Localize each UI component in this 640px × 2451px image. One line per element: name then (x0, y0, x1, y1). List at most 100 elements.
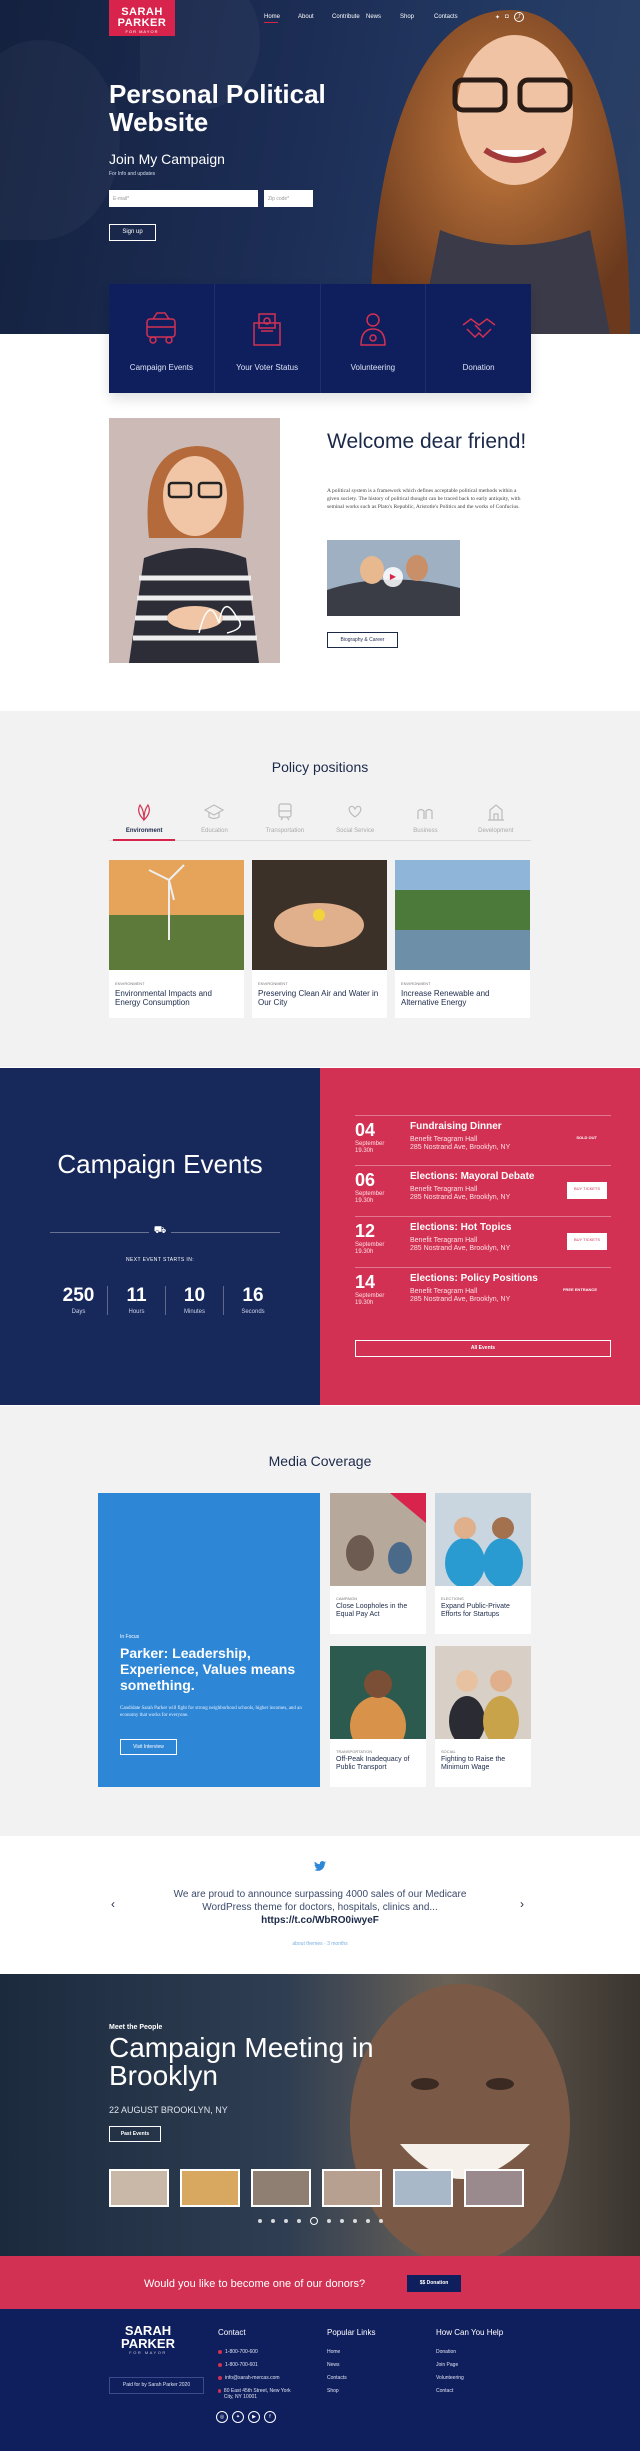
gallery-thumbnail[interactable] (180, 2169, 240, 2207)
service-donation[interactable]: Donation (426, 284, 531, 393)
tab-education[interactable]: Education (179, 800, 249, 840)
slider-dot[interactable] (283, 2219, 288, 2223)
slider-dot[interactable] (296, 2219, 301, 2223)
paid-for-note: Paid for by Sarah Parker 2020 (109, 2377, 204, 2394)
ballot-box-icon (215, 309, 320, 349)
visit-interview-button[interactable]: Visit Interview (120, 1739, 177, 1755)
event-item[interactable]: 14 September 19.30h Elections: Policy Pos… (355, 1267, 611, 1313)
slider-dot[interactable] (352, 2219, 357, 2223)
event-item[interactable]: 12 September 19.30h Elections: Hot Topics… (355, 1216, 611, 1262)
video-thumbnail[interactable]: ▶ (327, 540, 460, 616)
slider-dot[interactable] (257, 2219, 262, 2223)
tab-social-service[interactable]: Social Service (320, 800, 390, 840)
footer-link[interactable]: Contact (436, 2388, 503, 2401)
nav-item-contribute[interactable]: Contribute (332, 14, 366, 20)
media-card[interactable]: CAMPAIGN Close Loopholes in the Equal Pa… (330, 1493, 426, 1634)
heart-hands-icon (348, 805, 362, 818)
youtube-icon[interactable]: ▶ (248, 2411, 260, 2423)
bus-icon: ⛟ (149, 1225, 171, 1241)
twitter-icon[interactable]: ✦ (232, 2411, 244, 2423)
facebook-icon[interactable]: f (264, 2411, 276, 2423)
footer-link[interactable]: Volunteering (436, 2375, 503, 2388)
header-social: ✦ ◘ ⤴ (495, 12, 524, 22)
email-field[interactable]: E-mail* (109, 190, 258, 207)
past-events-button[interactable]: Past Events (109, 2126, 161, 2142)
event-item[interactable]: 06 September 19.30h Elections: Mayoral De… (355, 1165, 611, 1211)
slider-dot[interactable] (339, 2219, 344, 2223)
nav-item-news[interactable]: News (366, 14, 400, 20)
policy-card[interactable]: ENVIRONMENT Environmental Impacts and En… (109, 860, 244, 1018)
donation-button[interactable]: $$ Donation (407, 2275, 461, 2292)
footer-link[interactable]: Donation (436, 2349, 503, 2362)
nav-item-contacts[interactable]: Contacts (434, 14, 468, 20)
gallery-thumbnail[interactable] (393, 2169, 453, 2207)
footer: SARAH PARKER FOR MAYOR Paid for by Sarah P… (0, 2309, 640, 2451)
chevron-right-icon[interactable]: › (520, 1897, 524, 1911)
footer-link[interactable]: Home (327, 2349, 375, 2362)
nav-item-shop[interactable]: Shop (400, 14, 434, 20)
media-title: Media Coverage (268, 1453, 372, 1469)
footer-logo[interactable]: SARAH PARKER FOR MAYOR (113, 2324, 183, 2356)
policy-tabs: Environment Education Transportation Soc… (109, 800, 531, 841)
footer-contact: Contact 1-800-700-600 1-800-700-601 info… (218, 2328, 291, 2400)
media-card[interactable]: ELECTIONS Expand Public-Private Efforts … (435, 1493, 531, 1634)
gallery-thumbnail[interactable] (464, 2169, 524, 2207)
tweet-link[interactable]: https://t.co/WbRO0iwyeF (261, 1915, 379, 1926)
tweet-text: We are proud to announce surpassing 4000… (173, 1889, 467, 1926)
service-voter-status[interactable]: Your Voter Status (215, 284, 321, 393)
welcome-text: A political system is a framework which … (327, 488, 521, 510)
twitter-icon[interactable]: ✦ (495, 14, 500, 21)
site-logo[interactable]: SARAH PARKER FOR MAYOR (109, 0, 175, 36)
slider-dot[interactable] (365, 2219, 370, 2223)
all-events-button[interactable]: All Events (355, 1340, 611, 1357)
tab-business[interactable]: Business (390, 800, 460, 840)
slider-dot-active[interactable] (309, 2217, 318, 2225)
tab-environment[interactable]: Environment (109, 800, 179, 841)
gallery-thumbnail[interactable] (322, 2169, 382, 2207)
slider-dot[interactable] (378, 2219, 383, 2223)
share-icon[interactable]: ⤴ (513, 12, 524, 22)
nav-item-home[interactable]: Home (264, 14, 298, 23)
slider-dot[interactable] (326, 2219, 331, 2223)
service-campaign-events[interactable]: Campaign Events (109, 284, 215, 393)
footer-link[interactable]: Shop (327, 2388, 375, 2401)
donor-question: Would you like to become one of our dono… (144, 2278, 366, 2290)
countdown-minutes: 10 Minutes (166, 1286, 224, 1315)
footer-link[interactable]: News (327, 2362, 375, 2375)
hero-leaf-decoration (0, 40, 120, 240)
slider-dot[interactable] (270, 2219, 275, 2223)
bio-button[interactable]: Biography & Career (327, 632, 398, 648)
media-card[interactable]: TRANSPORTATION Off-Peak Inadequacy of Pu… (330, 1646, 426, 1787)
countdown-seconds: 16 Seconds (241, 1285, 265, 1316)
nav-item-about[interactable]: About (298, 14, 332, 20)
policy-title: Policy positions (271, 759, 369, 775)
footer-link[interactable]: Contacts (327, 2375, 375, 2388)
event-item[interactable]: 04 September 19.30h Fundraising Dinner Be… (355, 1115, 611, 1161)
play-icon[interactable]: ▶ (383, 567, 403, 587)
tab-transportation[interactable]: Transportation (250, 800, 320, 840)
instagram-icon[interactable]: ◘ (505, 14, 509, 20)
policy-card[interactable]: ENVIRONMENT Increase Renewable and Alter… (395, 860, 530, 1018)
footer-social: ◎ ✦ ▶ f (216, 2411, 276, 2423)
media-section (0, 1406, 640, 1836)
slider-dots (0, 2217, 640, 2225)
footer-popular-links: Popular Links Home News Contacts Shop (327, 2328, 375, 2401)
buy-tickets-button[interactable]: BUY TICKETS (567, 1233, 607, 1250)
free-entrance-badge: FREE ENTRANCE (562, 1287, 597, 1292)
signup-button[interactable]: Sign up (109, 224, 156, 241)
tab-development[interactable]: Development (461, 800, 531, 840)
media-card[interactable]: SOCIAL Fighting to Raise the Minimum Wag… (435, 1646, 531, 1787)
services-bar: Campaign Events Your Voter Status Volunt… (109, 284, 531, 393)
chevron-left-icon[interactable]: ‹ (111, 1897, 115, 1911)
instagram-icon[interactable]: ◎ (216, 2411, 228, 2423)
buy-tickets-button[interactable]: BUY TICKETS (567, 1182, 607, 1199)
tweet-meta[interactable]: about themes · 3 months (0, 1941, 640, 1947)
media-featured[interactable]: In Focus Parker: Leadership, Experience,… (98, 1493, 320, 1787)
service-volunteering[interactable]: Volunteering (321, 284, 427, 393)
gallery-thumbnail[interactable] (251, 2169, 311, 2207)
policy-card[interactable]: ENVIRONMENT Preserving Clean Air and Wat… (252, 860, 387, 1018)
gallery-thumbnail[interactable] (109, 2169, 169, 2207)
sold-out-badge: SOLD OUT (576, 1135, 597, 1140)
footer-link[interactable]: Join Page (436, 2362, 503, 2375)
zip-field[interactable]: Zip code* (264, 190, 313, 207)
